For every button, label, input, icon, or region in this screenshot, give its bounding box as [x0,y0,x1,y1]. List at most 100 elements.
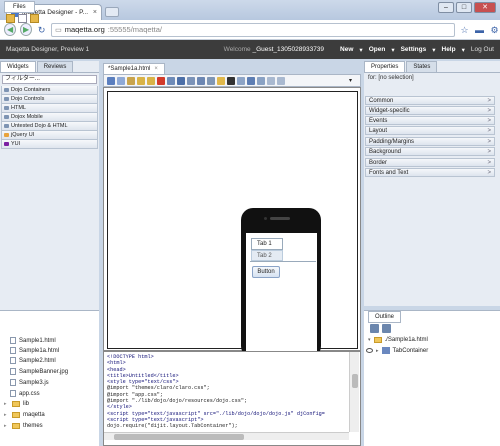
expand-icon[interactable]: ▸ [376,348,379,354]
file-item[interactable]: app.css [10,390,40,397]
category-dojo-controls[interactable]: Dojo Controls [1,95,98,104]
tab-outline[interactable]: Outline [368,311,402,323]
eye-icon[interactable] [366,348,373,353]
section-padding-margins[interactable]: Padding/Margins > [365,137,495,146]
folder-item[interactable]: ▸ lib [4,401,29,407]
address-bar[interactable]: ▭ maqetta.org:55555/maqetta/ [51,22,456,37]
browser-navbar: ◀ ▶ ↻ ▭ maqetta.org:55555/maqetta/ ☆ ▬ ⚙ [0,20,500,40]
section-widget-specific[interactable]: Widget-specific > [365,106,495,115]
wrench-icon[interactable]: ⚙ [489,24,500,36]
cut-icon[interactable] [107,76,115,85]
category-label: HTML [11,105,26,111]
folder-item[interactable]: ▸ maqetta [4,412,45,418]
tab-states[interactable]: States [406,61,438,72]
tab-files[interactable]: Files [4,1,35,13]
menu-new[interactable]: New [340,46,353,53]
star-icon[interactable]: ☆ [459,24,470,36]
category-dojo-containers[interactable]: Dojo Containers [1,86,98,95]
redo-icon[interactable] [147,76,155,85]
file-item[interactable]: SampleBanner.jpg [10,368,68,375]
logout-link[interactable]: Log Out [471,46,494,53]
section-layout[interactable]: Layout > [365,126,495,135]
save-icon[interactable] [177,76,185,85]
file-item[interactable]: Sample2.html [10,357,56,364]
scroll-thumb[interactable] [352,374,358,388]
select-parent-icon[interactable] [167,76,175,85]
new-folder-icon[interactable] [6,14,15,23]
close-window-icon[interactable]: ✕ [474,2,496,13]
file-item[interactable]: Sample1.html [10,337,56,344]
mobile-button[interactable]: Button [252,266,280,278]
link-icon[interactable] [207,76,215,85]
undo-icon[interactable] [137,76,145,85]
menu-help[interactable]: Help [442,46,456,53]
split-vertical-icon[interactable] [267,76,275,85]
design-view-icon[interactable] [247,76,255,85]
chevron-down-icon[interactable]: ▾ [349,77,357,85]
back-icon[interactable]: ◀ [4,23,17,36]
forward-icon[interactable]: ▶ [20,23,33,36]
menu-settings[interactable]: Settings [401,46,427,53]
close-tab-icon[interactable]: × [93,9,97,16]
section-background[interactable]: Background > [365,147,495,156]
file-item[interactable]: Sample3.js [10,379,49,386]
expand-icon[interactable]: ▸ [4,401,9,407]
collapse-icon[interactable]: ▾ [368,337,371,343]
source-view-icon[interactable] [257,76,265,85]
outline-root[interactable]: ▾ ./Sample1a.html [368,337,428,343]
welcome-prefix: Welcome [223,46,251,53]
outline-view-icon[interactable] [370,324,379,333]
app-header: Maqetta Designer, Preview 1 Welcome _Gue… [0,40,500,59]
selection-info: for: [no selection] [368,75,414,81]
tab-widgets[interactable]: Widgets [0,61,36,72]
widget-filter-input[interactable]: フィルター... [2,75,97,84]
section-events[interactable]: Events > [365,116,495,125]
folder-icon [12,412,20,418]
minimize-icon[interactable]: – [438,2,454,13]
section-border[interactable]: Border > [365,158,495,167]
reload-icon[interactable]: ↻ [36,24,47,36]
tab-reviews[interactable]: Reviews [36,61,74,72]
save-as-icon[interactable] [187,76,195,85]
upload-icon[interactable] [30,14,39,23]
menu-open[interactable]: Open [369,46,386,53]
section-common[interactable]: Common > [365,96,495,105]
theme-icon[interactable] [217,76,225,85]
editor-tab[interactable]: *Sample1a.html × [103,63,165,74]
category-jquery-ui[interactable]: jQuery UI [1,131,98,140]
tab-properties[interactable]: Properties [364,61,406,72]
mobile-tab-2[interactable]: Tab 2 [251,250,283,261]
new-file-icon[interactable] [18,14,27,23]
new-tab-button[interactable] [105,7,119,17]
category-label: Dojo Containers [11,87,51,93]
section-fonts-and-text[interactable]: Fonts and Text > [365,168,495,177]
file-icon [10,347,16,354]
preview-icon[interactable] [197,76,205,85]
category-yui[interactable]: YUI [1,140,98,149]
url-host: maqetta.org [64,25,105,34]
category-untested[interactable]: Untested Dojo & HTML [1,122,98,131]
source-horizontal-scrollbar[interactable] [104,432,349,440]
section-label: Common [369,98,394,104]
mobile-tab-1[interactable]: Tab 1 [251,238,283,250]
mobile-device-icon[interactable] [227,76,235,85]
scroll-thumb[interactable] [114,434,244,440]
folder-item[interactable]: ▸ themes [4,423,43,429]
category-dojox-mobile[interactable]: Dojox Mobile [1,113,98,122]
outline-toggle-icon[interactable] [382,324,391,333]
outline-toolbar [370,324,391,333]
source-vertical-scrollbar[interactable] [349,352,359,432]
copy-icon[interactable] [117,76,125,85]
rotate-icon[interactable] [237,76,245,85]
expand-icon[interactable]: ▸ [4,423,9,429]
category-html[interactable]: HTML [1,104,98,113]
paste-icon[interactable] [127,76,135,85]
close-editor-icon[interactable]: × [154,66,158,72]
split-horizontal-icon[interactable] [277,76,285,85]
outline-item[interactable]: ▸ TabContainer [366,347,428,354]
maximize-icon[interactable]: □ [456,2,472,13]
delete-icon[interactable] [157,76,165,85]
file-item[interactable]: Sample1a.html [10,347,59,354]
bookmark-icon[interactable]: ▬ [474,24,485,36]
expand-icon[interactable]: ▸ [4,412,9,418]
